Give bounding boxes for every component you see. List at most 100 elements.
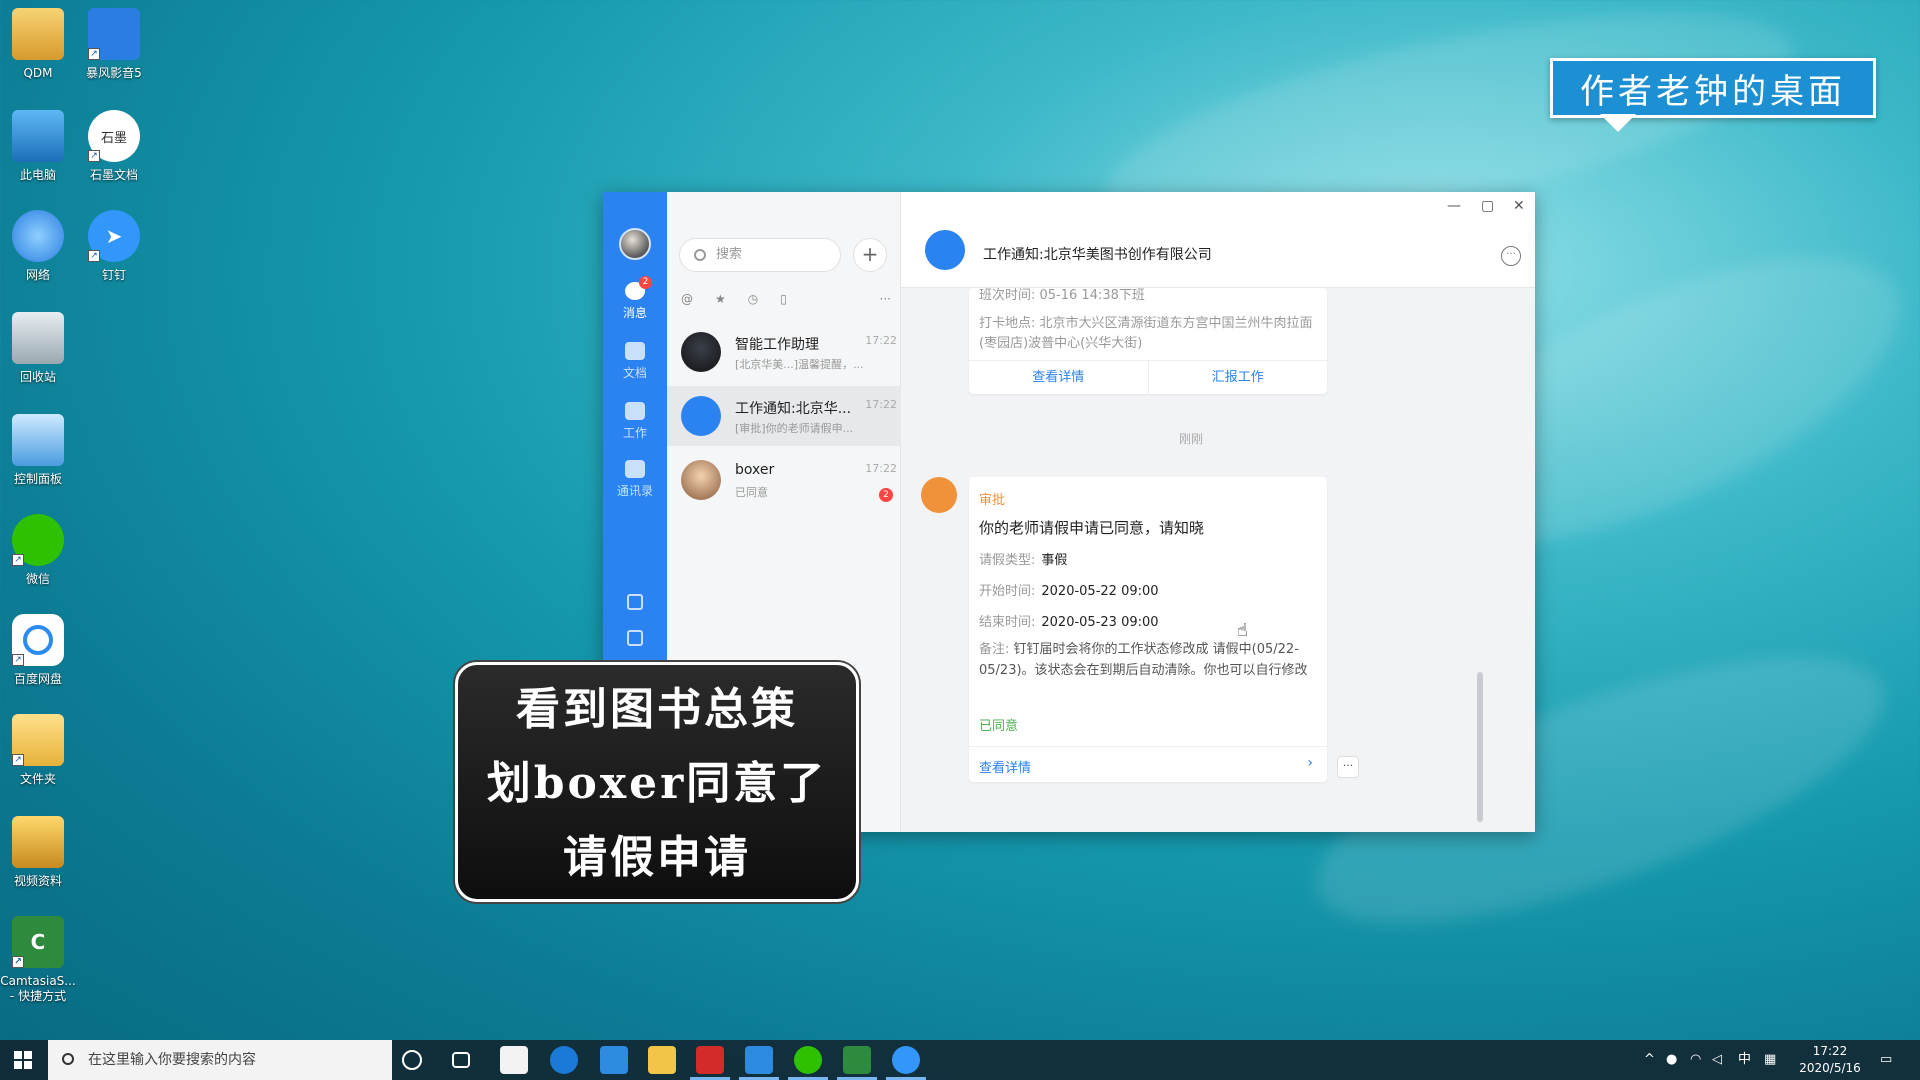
todo-check-icon[interactable] xyxy=(627,630,643,646)
conversation-item-selected[interactable]: 工作通知:北京华... [审批]你的老师请假申... 17:22 xyxy=(667,386,901,446)
desktop-icon-wechat[interactable]: ↗ 微信 xyxy=(0,514,76,587)
close-button[interactable]: ✕ xyxy=(1513,198,1525,214)
desktop-icon-video-archive[interactable]: 视频资料 xyxy=(0,816,76,889)
message-more-button[interactable]: ··· xyxy=(1337,756,1359,778)
conversation-item[interactable]: boxer 已同意 17:22 2 xyxy=(667,450,901,510)
mail-icon[interactable] xyxy=(600,1046,628,1074)
mouse-cursor-icon: ☝ xyxy=(1237,620,1248,641)
nav-messages[interactable]: 2 消息 xyxy=(603,276,667,321)
boxer-avatar xyxy=(681,460,721,500)
view-detail-button[interactable]: 查看详情 xyxy=(969,361,1149,394)
dingtalk-icon[interactable] xyxy=(886,1046,926,1080)
message-card-approval: 审批 你的老师请假申请已同意，请知晓 请假类型: 事假 开始时间: 2020-05-… xyxy=(969,477,1327,782)
cortana-icon[interactable] xyxy=(402,1050,422,1070)
add-button[interactable]: + xyxy=(853,238,887,272)
chat-title-avatar xyxy=(925,230,965,270)
desktop-icon-shimo[interactable]: 石墨 ↗ 石墨文档 xyxy=(76,110,152,183)
notification-icon[interactable]: ▭ xyxy=(1880,1040,1892,1080)
file-explorer-icon[interactable] xyxy=(648,1046,676,1074)
maximize-button[interactable]: ▢ xyxy=(1481,198,1494,214)
dingtalk-icon: ➤ ↗ xyxy=(88,210,140,262)
approval-status: 已同意 xyxy=(979,719,1019,734)
nav-work[interactable]: 工作 xyxy=(603,402,667,441)
desktop-icon-folder[interactable]: ↗ 文件夹 xyxy=(0,714,76,787)
search-icon xyxy=(62,1053,74,1065)
star-icon[interactable]: ★ xyxy=(715,292,726,312)
desktop-icon-camtasia[interactable]: C ↗ CamtasiaS... - 快捷方式 xyxy=(0,916,76,1004)
approval-sender-avatar xyxy=(921,477,957,513)
nav-work-label: 工作 xyxy=(622,426,647,440)
camtasia-icon: C ↗ xyxy=(12,916,64,968)
store-icon[interactable] xyxy=(500,1046,528,1074)
desktop-icon-recycle-bin[interactable]: 回收站 xyxy=(0,312,76,385)
wechat-icon: ↗ xyxy=(12,514,64,566)
ding-icon[interactable]: ▯ xyxy=(780,292,787,312)
report-work-button[interactable]: 汇报工作 xyxy=(1149,361,1328,394)
chat-pane: — ▢ ✕ 工作通知:北京华美图书创作有限公司 ··· 班次时间: 05-16 … xyxy=(901,192,1535,832)
at-mention-icon[interactable]: @ xyxy=(681,292,693,312)
desktop-icon-network[interactable]: 网络 xyxy=(0,210,76,283)
conversation-time: 17:22 xyxy=(865,398,897,411)
video-caption: 看到图书总策 划boxer同意了 请假申请 xyxy=(455,662,859,902)
work-notice-avatar xyxy=(681,396,721,436)
wechat-tray-icon[interactable]: ● xyxy=(1666,1040,1677,1080)
banner-tail xyxy=(1600,114,1636,132)
clock-icon[interactable]: ◷ xyxy=(748,292,758,312)
folder-icon: ↗ xyxy=(12,714,64,766)
wifi-icon[interactable]: ◠ xyxy=(1690,1040,1701,1080)
nav-messages-badge: 2 xyxy=(639,276,652,289)
approval-note: 备注: 钉钉届时会将你的工作状态修改成 请假中(05/22-05/23)。该状态… xyxy=(979,642,1308,678)
leave-type-row: 请假类型: 事假 xyxy=(979,553,1068,568)
chat-title: 工作通知:北京华美图书创作有限公司 xyxy=(983,247,1212,263)
nav-contacts-label: 通讯录 xyxy=(616,484,653,498)
desktop-icon-dingtalk[interactable]: ➤ ↗ 钉钉 xyxy=(76,210,152,283)
shift-time: 班次时间: 05-16 14:38下班 xyxy=(979,288,1145,303)
desktop-icon-baidu-netdisk[interactable]: ↗ 百度网盘 xyxy=(0,614,76,687)
desktop-icon-qdm[interactable]: QDM xyxy=(0,8,76,81)
nav-docs-label: 文档 xyxy=(622,366,647,380)
qdm-user-icon xyxy=(12,8,64,60)
conversation-time: 17:22 xyxy=(865,334,897,347)
conversation-name: 工作通知:北京华... xyxy=(735,401,852,417)
approval-detail-link[interactable]: 查看详情 › xyxy=(969,746,1327,782)
desktop-icon-baofeng[interactable]: ↗ 暴风影音5 xyxy=(76,8,152,81)
search-input[interactable]: 搜索 xyxy=(679,238,841,272)
network-icon xyxy=(12,210,64,262)
video-archive-icon xyxy=(12,816,64,868)
more-filters-icon[interactable]: ··· xyxy=(880,292,891,312)
computer-icon xyxy=(12,110,64,162)
chat-scrollbar[interactable] xyxy=(1477,672,1483,822)
taskbar: 在这里输入你要搜索的内容 ^ ● ◠ ◁ 中 ▦ 17:22 2020/5/16… xyxy=(0,1040,1920,1080)
task-view-icon[interactable] xyxy=(452,1052,470,1068)
notes-app-icon[interactable] xyxy=(739,1046,779,1080)
nav-contacts[interactable]: 通讯录 xyxy=(603,460,667,499)
nav-messages-label: 消息 xyxy=(622,306,647,320)
chevron-up-icon[interactable]: ^ xyxy=(1644,1040,1655,1080)
taskbar-search-input[interactable]: 在这里输入你要搜索的内容 xyxy=(48,1040,392,1080)
keyboard-icon[interactable]: ▦ xyxy=(1764,1040,1776,1080)
taskbar-clock[interactable]: 17:22 2020/5/16 xyxy=(1790,1043,1870,1077)
edge-browser-icon[interactable] xyxy=(550,1046,578,1074)
conversation-item[interactable]: 智能工作助理 [北京华美...]温馨提醒，... 17:22 xyxy=(667,322,901,382)
card-actions: 查看详情 汇报工作 xyxy=(969,360,1327,394)
desktop-icon-control-panel[interactable]: 控制面板 xyxy=(0,414,76,487)
volume-icon[interactable]: ◁ xyxy=(1712,1040,1722,1080)
nav-docs[interactable]: 文档 xyxy=(603,342,667,381)
taskbar-search-placeholder: 在这里输入你要搜索的内容 xyxy=(88,1052,256,1068)
chat-more-icon[interactable]: ··· xyxy=(1501,246,1521,266)
wechat-icon[interactable] xyxy=(788,1046,828,1080)
baidu-netdisk-icon: ↗ xyxy=(12,614,64,666)
desktop-icon-this-pc[interactable]: 此电脑 xyxy=(0,110,76,183)
calendar-icon[interactable] xyxy=(627,594,643,610)
camtasia-icon[interactable] xyxy=(837,1046,877,1080)
conversation-preview: [审批]你的老师请假申... xyxy=(735,422,854,435)
approval-title: 你的老师请假申请已同意，请知晓 xyxy=(979,519,1205,537)
user-avatar[interactable] xyxy=(619,228,651,260)
baofeng-player-icon: ↗ xyxy=(88,8,140,60)
shimo-docs-icon: 石墨 ↗ xyxy=(88,110,140,162)
ime-indicator[interactable]: 中 xyxy=(1738,1040,1751,1080)
windows-start-icon[interactable] xyxy=(14,1051,32,1069)
clock-date: 2020/5/16 xyxy=(1799,1061,1861,1075)
pdf-reader-icon[interactable] xyxy=(690,1046,730,1080)
minimize-button[interactable]: — xyxy=(1447,198,1461,214)
